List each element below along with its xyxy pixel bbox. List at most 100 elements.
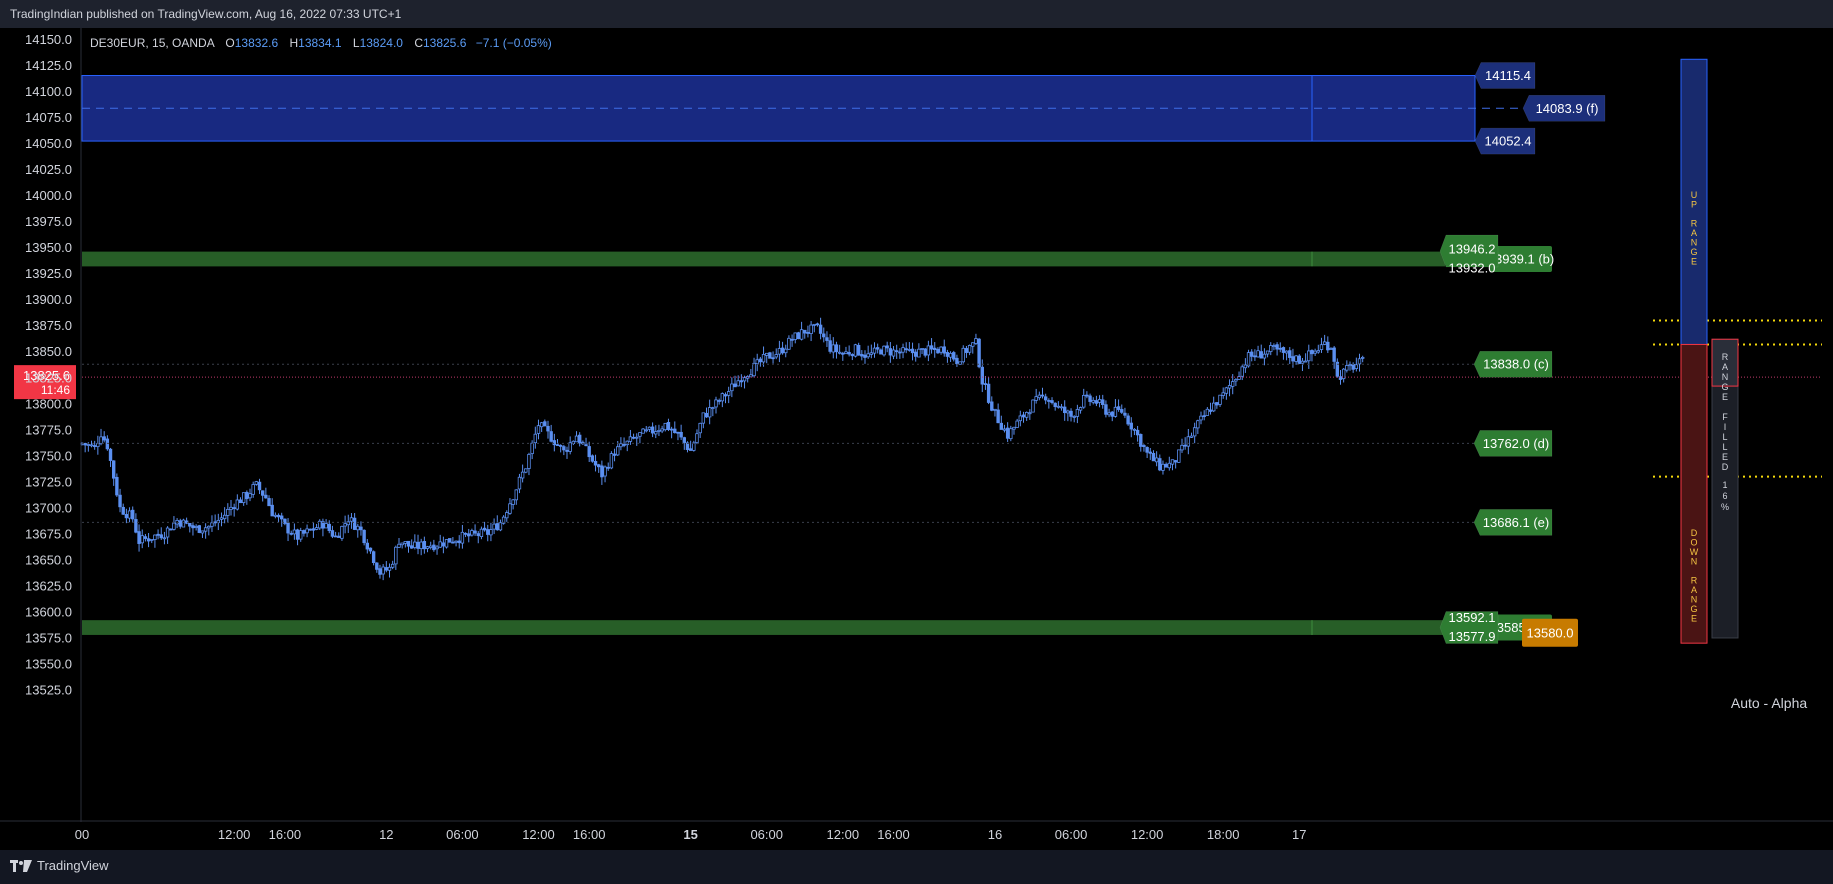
candle-body [650,426,655,434]
candle-body [286,522,290,534]
candle-body [1158,458,1162,471]
x-tick-label: 00 [75,827,89,842]
y-tick-label: 13875.0 [25,318,72,333]
candle-body [235,499,240,510]
candle-body [181,519,186,528]
tradingview-logo-icon [10,859,32,872]
candle-body [866,353,870,358]
footer-bar [0,850,1833,884]
candle-body [273,514,278,517]
candle-body [365,542,369,550]
candle-body [872,347,877,354]
candle-body [647,426,652,430]
candle-body [400,542,404,546]
candle-body [967,345,972,353]
candle-body [593,461,598,466]
candle-body [914,351,918,357]
candle-body [1307,350,1311,362]
candle-body [644,429,648,432]
level-label-text: 13686.1 (e) [1483,515,1550,530]
candle-body [162,537,167,540]
candle-body [1015,420,1019,428]
candle-body [1180,444,1184,451]
candle-body [470,530,474,536]
candle-body [631,436,636,439]
down-range-text-char: W [1690,547,1699,557]
candle-body [96,443,100,448]
x-tick-label: 16:00 [269,827,302,842]
candle-body [150,539,154,541]
candle-body [1205,408,1210,416]
range-filled-text-char: L [1722,432,1727,442]
candle-body [1281,347,1286,353]
candle-body [707,407,712,418]
candle-body [238,499,243,504]
candle-body [863,354,867,358]
candle-body [831,344,835,353]
x-tick-label: 18:00 [1207,827,1240,842]
candle-body [939,346,943,353]
candle-body [929,345,934,350]
candle-body [1351,363,1355,370]
candle-body [853,344,858,357]
candle-body [809,324,813,334]
zone-green2-bottom: 13577.9 [1449,629,1496,644]
candle-body [146,538,151,542]
candle-body [460,531,465,544]
candle-body [577,434,582,444]
candle-body [241,492,246,504]
candle-body [1116,406,1121,410]
candle-body [955,357,959,365]
candle-body [371,551,376,564]
candle-body [666,421,671,430]
candle-body [416,541,420,549]
candle-body [140,535,144,544]
candle-body [191,525,195,529]
range-filled-text-char: N [1722,372,1729,382]
candle-body [280,515,284,520]
candle-body [552,440,557,446]
y-tick-label: 13800.0 [25,396,72,411]
up-range-text-char: P [1691,200,1697,210]
down-range-text-char: A [1691,585,1697,595]
candle-body [1120,409,1124,413]
candle-body [1132,428,1137,431]
candle-body [419,541,423,550]
candle-body [882,345,886,356]
candle-body [780,347,785,354]
candle-body [1348,364,1352,367]
candle-body [1005,427,1010,439]
candle-body [771,357,775,360]
candle-body [856,344,861,356]
candle-body [917,348,921,358]
candle-body [112,460,116,479]
candle-body [203,527,208,532]
candle-body [457,540,461,544]
candle-body [1028,412,1032,415]
candle-body [448,538,452,543]
candle-body [673,428,677,434]
candle-body [549,431,553,442]
candle-body [1211,402,1216,412]
tradingview-logo[interactable]: TradingView [10,858,109,873]
candle-body [546,425,550,432]
candle-body [1037,394,1042,399]
candle-body [1269,345,1273,352]
candle-body [83,443,87,446]
candle-body [869,352,874,355]
candle-body [961,347,965,363]
price-chart[interactable]: 14115.414083.9 (f)14052.413939.1 (b)1394… [0,28,1833,850]
candle-body [359,526,363,531]
y-tick-label: 14000.0 [25,188,72,203]
close-label: C [414,36,423,50]
candle-body [219,517,224,520]
candle-body [974,338,978,344]
candle-body [558,444,563,447]
candle-body [1297,355,1301,364]
candle-body [752,362,756,377]
candle-body [305,528,309,534]
candle-body [197,525,201,533]
x-tick-label: 12:00 [1131,827,1164,842]
y-tick-label: 13900.0 [25,292,72,307]
candle-body [837,351,842,354]
